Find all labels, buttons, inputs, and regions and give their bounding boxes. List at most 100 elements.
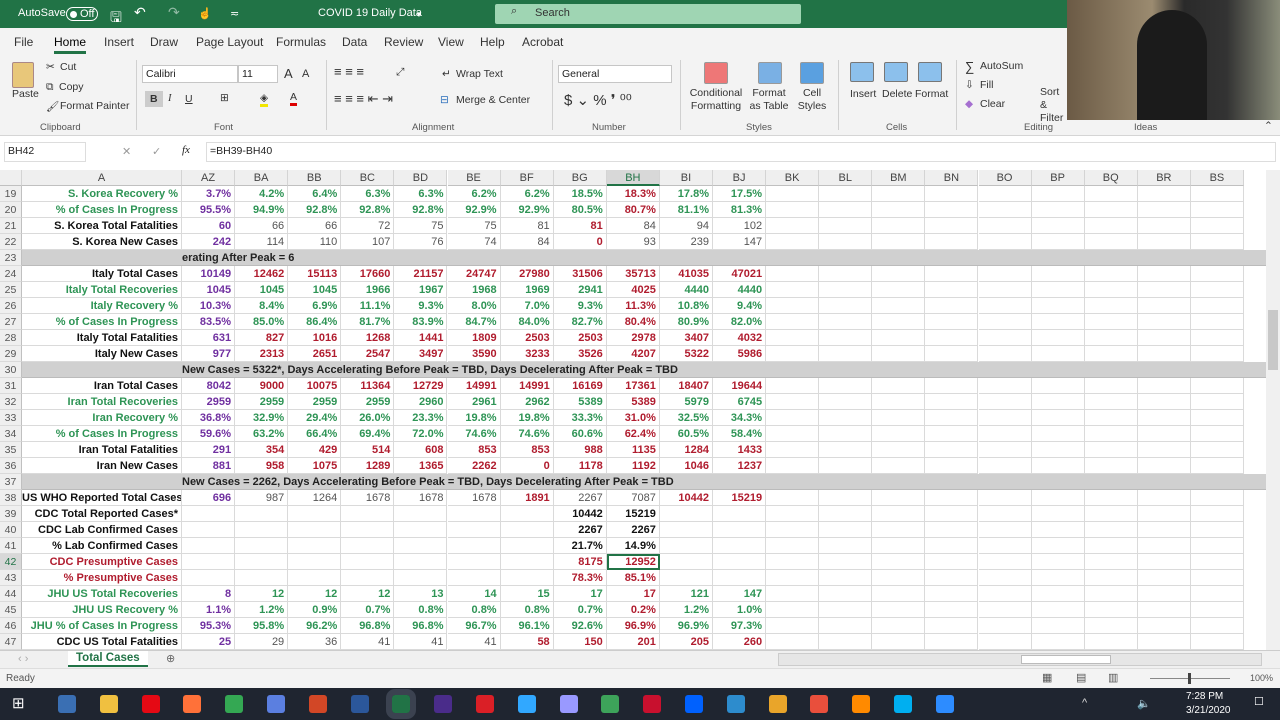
cell[interactable]: 66.4% bbox=[288, 426, 342, 442]
app2-taskbar-icon[interactable] bbox=[726, 695, 745, 713]
cell[interactable] bbox=[925, 202, 979, 218]
cell[interactable] bbox=[500, 554, 554, 570]
cell[interactable]: 2959 bbox=[341, 394, 395, 410]
cell[interactable] bbox=[819, 282, 873, 298]
align-left-icon[interactable]: ≡ ≡ ≡ ⇤ ⇥ bbox=[334, 91, 393, 107]
fill-color-icon[interactable]: ◈ bbox=[260, 92, 269, 107]
row-header-27[interactable]: 27 bbox=[0, 314, 22, 330]
cell[interactable] bbox=[819, 298, 873, 314]
cell[interactable] bbox=[1084, 202, 1138, 218]
cell[interactable] bbox=[1084, 554, 1138, 570]
format-as-table-button[interactable]: Format as Table bbox=[746, 87, 792, 113]
cell[interactable] bbox=[925, 298, 979, 314]
clear-button[interactable]: Clear bbox=[980, 98, 1005, 110]
cell[interactable]: 92.6% bbox=[553, 618, 607, 634]
cell[interactable] bbox=[659, 538, 713, 554]
cell[interactable] bbox=[1137, 538, 1191, 554]
cell[interactable] bbox=[1031, 618, 1085, 634]
column-header-az[interactable]: AZ bbox=[182, 170, 236, 186]
cell[interactable]: 13 bbox=[394, 586, 448, 602]
cell[interactable] bbox=[1190, 618, 1244, 634]
cell[interactable] bbox=[1137, 346, 1191, 362]
row-label[interactable]: Iran New Cases bbox=[22, 458, 182, 474]
cell[interactable] bbox=[766, 234, 820, 250]
cell[interactable] bbox=[1137, 314, 1191, 330]
row-header-31[interactable]: 31 bbox=[0, 378, 22, 394]
cell[interactable] bbox=[978, 346, 1032, 362]
cell[interactable] bbox=[1031, 442, 1085, 458]
row-header-26[interactable]: 26 bbox=[0, 298, 22, 314]
cell[interactable]: 10149 bbox=[182, 266, 236, 282]
tab-page-layout[interactable]: Page Layout bbox=[196, 35, 263, 49]
cell[interactable] bbox=[1190, 634, 1244, 650]
cell[interactable] bbox=[978, 266, 1032, 282]
column-header-bi[interactable]: BI bbox=[659, 170, 713, 186]
column-header-bo[interactable]: BO bbox=[978, 170, 1032, 186]
align-top-icon[interactable]: ≡ ≡ ≡ bbox=[334, 64, 364, 79]
cell[interactable]: 2651 bbox=[288, 346, 342, 362]
cell[interactable] bbox=[394, 570, 448, 586]
cell[interactable]: 1365 bbox=[394, 458, 448, 474]
cell[interactable] bbox=[872, 522, 926, 538]
cell[interactable]: 7.0% bbox=[500, 298, 554, 314]
column-header-bl[interactable]: BL bbox=[819, 170, 873, 186]
cell[interactable]: 6.3% bbox=[394, 186, 448, 202]
cell[interactable]: 11.1% bbox=[341, 298, 395, 314]
cell[interactable] bbox=[500, 570, 554, 586]
cell[interactable] bbox=[1137, 234, 1191, 250]
cell[interactable] bbox=[500, 538, 554, 554]
cell[interactable] bbox=[1031, 586, 1085, 602]
cell[interactable] bbox=[925, 634, 979, 650]
zoom-taskbar-icon[interactable] bbox=[935, 695, 954, 713]
worksheet-grid[interactable]: A AZ BA BB BC BD BE BF BG BH BI BJ BK BL BM BN BO BP BQ BR B… bbox=[0, 170, 1266, 650]
cell[interactable]: 1433 bbox=[713, 442, 767, 458]
cell[interactable] bbox=[766, 314, 820, 330]
enter-icon[interactable]: ✓ bbox=[152, 145, 161, 158]
cell[interactable]: 0.8% bbox=[447, 602, 501, 618]
cell[interactable] bbox=[341, 554, 395, 570]
row-label[interactable]: % Lab Confirmed Cases bbox=[22, 538, 182, 554]
cell[interactable] bbox=[1137, 570, 1191, 586]
cell[interactable]: 853 bbox=[447, 442, 501, 458]
cell[interactable] bbox=[978, 522, 1032, 538]
cell[interactable] bbox=[872, 426, 926, 442]
cell[interactable]: 147 bbox=[713, 234, 767, 250]
cell[interactable] bbox=[872, 458, 926, 474]
cell[interactable]: 85.1% bbox=[606, 570, 660, 586]
row-label[interactable]: Italy Total Cases bbox=[22, 266, 182, 282]
row-header-30[interactable]: 30 bbox=[0, 362, 22, 378]
cell[interactable] bbox=[766, 330, 820, 346]
cell[interactable]: 14 bbox=[447, 586, 501, 602]
cell[interactable] bbox=[1031, 330, 1085, 346]
cell[interactable]: 1046 bbox=[659, 458, 713, 474]
cell[interactable]: 1891 bbox=[500, 490, 554, 506]
cell[interactable] bbox=[872, 330, 926, 346]
row-header-23[interactable]: 23 bbox=[0, 250, 22, 266]
delete-cells-icon[interactable] bbox=[884, 62, 908, 82]
row-label[interactable]: Italy Total Recoveries bbox=[22, 282, 182, 298]
cell[interactable] bbox=[1084, 522, 1138, 538]
bold-button[interactable]: B bbox=[145, 91, 163, 107]
cell[interactable] bbox=[819, 522, 873, 538]
row-header-29[interactable]: 29 bbox=[0, 346, 22, 362]
cell[interactable]: 84.7% bbox=[447, 314, 501, 330]
cell[interactable] bbox=[1137, 554, 1191, 570]
cell[interactable] bbox=[819, 458, 873, 474]
cell[interactable]: 147 bbox=[713, 586, 767, 602]
cell[interactable] bbox=[341, 570, 395, 586]
cell[interactable] bbox=[925, 346, 979, 362]
cell[interactable]: 58.4% bbox=[713, 426, 767, 442]
row-header-47[interactable]: 47 bbox=[0, 634, 22, 650]
cell[interactable]: 84 bbox=[606, 218, 660, 234]
cell[interactable]: 977 bbox=[182, 346, 236, 362]
cell[interactable] bbox=[766, 522, 820, 538]
cell[interactable]: 41 bbox=[447, 634, 501, 650]
format-painter-icon[interactable]: 🖌 bbox=[46, 100, 59, 113]
cell[interactable] bbox=[925, 458, 979, 474]
cell[interactable]: 1678 bbox=[447, 490, 501, 506]
autosum-button[interactable]: AutoSum bbox=[980, 60, 1023, 72]
cell[interactable] bbox=[1084, 570, 1138, 586]
cell[interactable]: 1.2% bbox=[659, 602, 713, 618]
cell[interactable]: 0.2% bbox=[606, 602, 660, 618]
font-name-select[interactable]: Calibri bbox=[142, 65, 238, 83]
